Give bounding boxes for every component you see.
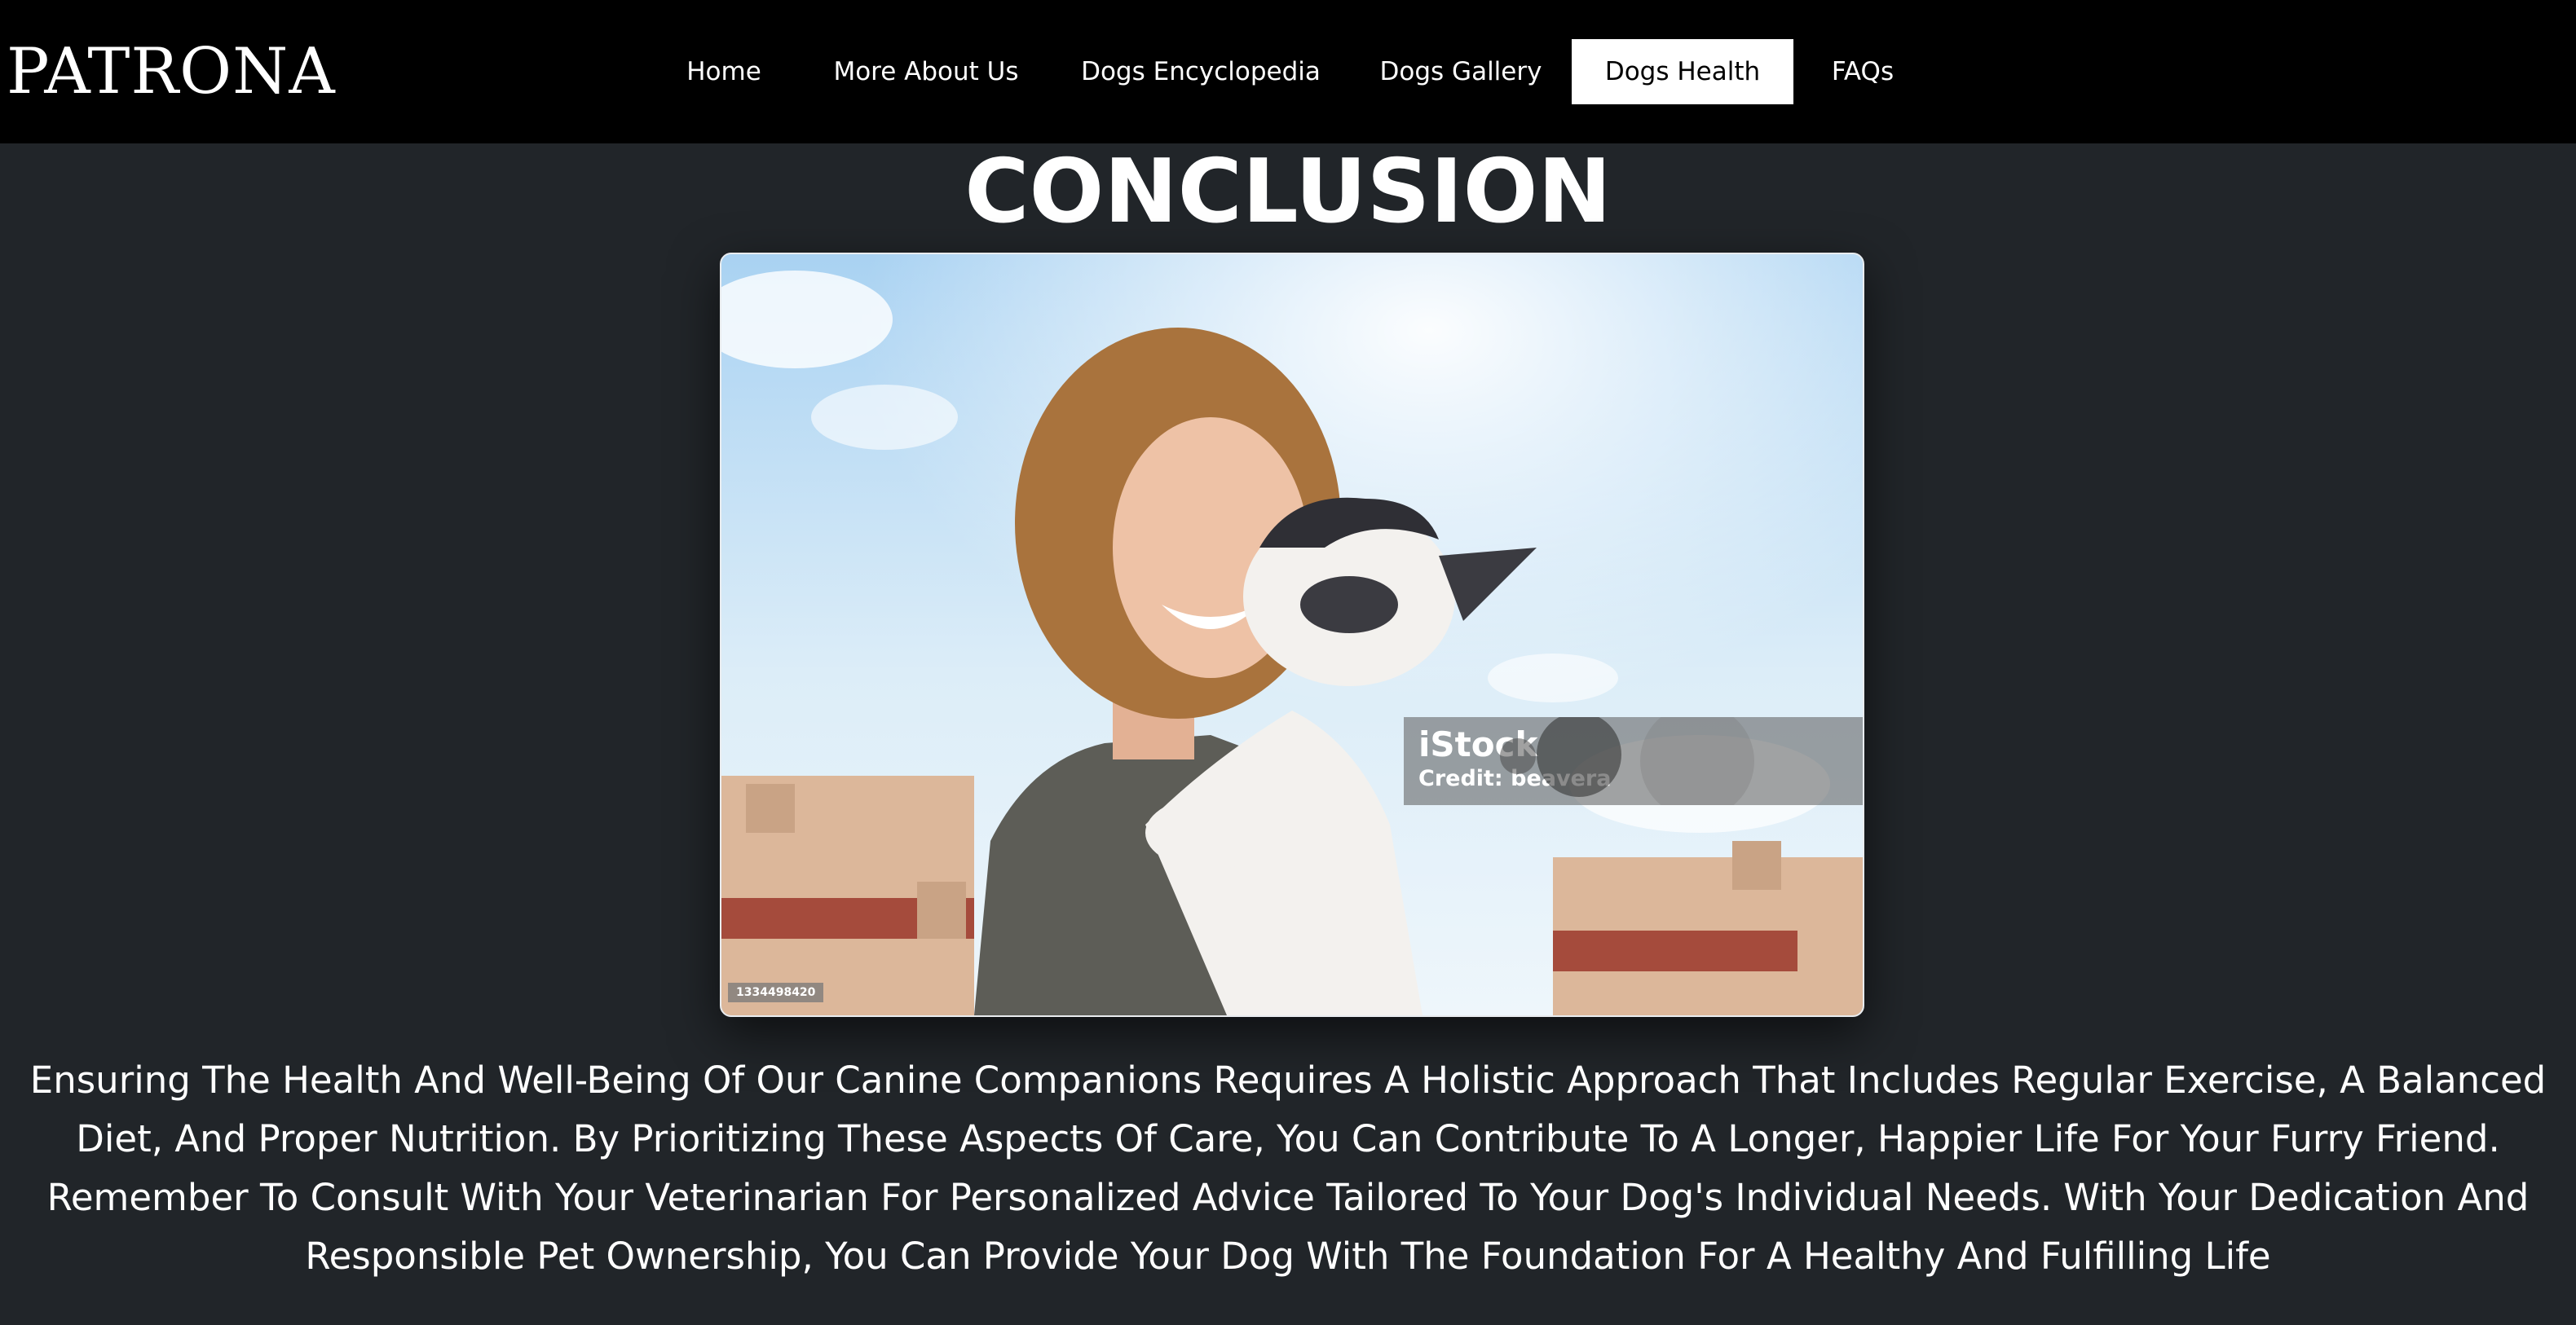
- stock-id-label: 1334498420: [728, 983, 824, 1002]
- navbar: PATRONA Home More About Us Dogs Encyclop…: [0, 0, 2576, 143]
- nav-menu: Home More About Us Dogs Encyclopedia Dog…: [0, 0, 2576, 143]
- nav-item-home[interactable]: Home: [649, 39, 799, 104]
- nav-item-dogs-encyclopedia[interactable]: Dogs Encyclopedia: [1056, 39, 1345, 104]
- conclusion-paragraph: Ensuring The Health And Well-Being Of Ou…: [29, 1059, 2547, 1278]
- nav-item-more-about-us[interactable]: More About Us: [809, 39, 1043, 104]
- nav-item-dogs-gallery[interactable]: Dogs Gallery: [1356, 39, 1565, 104]
- conclusion-photo: iStock Credit: beavera 1334498420: [720, 253, 1864, 1017]
- section-title: CONCLUSION: [964, 141, 1612, 243]
- nav-item-dogs-health[interactable]: Dogs Health: [1572, 39, 1793, 104]
- watermark-circles: [1500, 717, 1754, 805]
- nav-item-faqs[interactable]: FAQs: [1802, 39, 1924, 104]
- watermark-strip: iStock Credit: beavera: [1404, 717, 1863, 805]
- photo-illustration: [721, 254, 1863, 1015]
